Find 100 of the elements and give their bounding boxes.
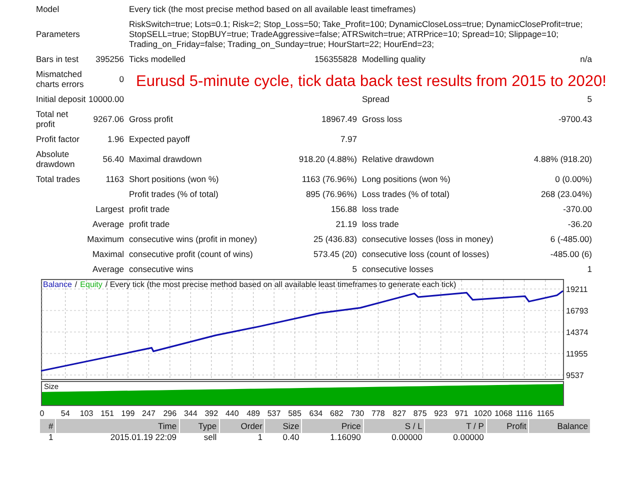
field-value: 895 (76.96%) <box>304 188 357 201</box>
field-value: 0 <box>118 72 124 86</box>
axis-tick-label: 875 <box>413 409 427 418</box>
axis-tick-label: 16793 <box>566 306 588 316</box>
field-label: profit trade <box>128 218 171 231</box>
field-label: Gross profit <box>128 112 174 126</box>
field-value: 21.19 <box>334 218 357 230</box>
table-cell-text: 0.40 <box>282 433 300 442</box>
axis-tick-label: 971 <box>454 409 468 418</box>
field-value: -370.00 <box>562 202 592 216</box>
field-label: Modelling quality <box>361 52 426 66</box>
column-header: T / P <box>425 419 486 433</box>
field-value: 1163 (76.96%) <box>300 172 357 186</box>
field-label: consecutive losses (loss in money) <box>361 232 494 246</box>
axis-tick-label: 730 <box>350 409 364 418</box>
field-label: Average <box>91 218 124 231</box>
field-value: 268 (23.04%) <box>540 188 592 201</box>
field-label: Absolute drawdown <box>36 148 76 170</box>
axis-tick-label: 247 <box>142 409 156 418</box>
field-label: Largest <box>94 202 124 216</box>
field-value: 7.97 <box>339 132 357 146</box>
field-label: consecutive losses <box>361 262 434 276</box>
field-label: Maximal <box>91 248 124 260</box>
field-label: Long positions (won %) <box>361 172 452 186</box>
table-cell-text: 1 <box>256 433 264 442</box>
column-header: Time <box>56 419 179 433</box>
field-label: Profit factor <box>36 132 80 146</box>
axis-tick-label: 11955 <box>566 350 588 358</box>
axis-tick-label: 103 <box>80 409 94 418</box>
axis-tick-label: 344 <box>184 409 198 418</box>
axis-tick-label: 778 <box>372 409 385 418</box>
field-value: -9700.43 <box>557 112 592 126</box>
field-value: 1.96 <box>106 132 124 146</box>
field-label: Initial deposit <box>36 92 87 106</box>
column-header: Order <box>220 419 264 433</box>
field-label: Gross loss <box>361 112 404 126</box>
field-label: Loss trades (% of total) <box>361 188 450 201</box>
table-cell-text: 0.00000 <box>452 433 485 442</box>
field-label: Profit trades (% of total) <box>128 188 220 201</box>
field-value: 4.88% (918.20) <box>532 152 592 166</box>
field-label: Parameters <box>36 28 81 40</box>
column-header: # <box>40 419 56 433</box>
field-value: -36.20 <box>566 218 592 230</box>
field-label: consecutive profit (count of wins) <box>128 248 254 261</box>
field-value: 6 (-485.00) <box>549 232 592 246</box>
table-cell-text: 0.00000 <box>390 433 424 442</box>
field-label: Bars in test <box>36 52 80 66</box>
axis-tick-label: 9537 <box>566 371 584 380</box>
field-label: Short positions (won %) <box>128 172 220 186</box>
field-label: Maximum <box>86 232 124 246</box>
axis-tick-label: 392 <box>204 409 218 418</box>
field-value: 918.20 (4.88%) <box>298 152 357 166</box>
field-label: Expected payoff <box>128 132 191 146</box>
field-label: Mismatched charts errors <box>36 68 85 90</box>
field-value: n/a <box>579 52 592 66</box>
field-label: profit trade <box>128 202 171 216</box>
field-value: 9267.06 <box>92 112 124 126</box>
axis-tick-label: 537 <box>267 409 281 418</box>
field-value: 10000.00 <box>88 92 124 106</box>
field-label: Average <box>91 262 124 276</box>
field-value: 18967.49 <box>320 112 357 126</box>
axis-tick-label: 827 <box>392 409 406 418</box>
field-value: 1 <box>586 262 592 276</box>
axis-tick-label: 1068 <box>494 409 512 418</box>
field-value: Every tick (the most precise method based on all available least timeframes) <box>128 2 417 16</box>
field-label: consecutive wins (profit in money) <box>128 232 258 246</box>
legend-text: Balance <box>43 280 72 289</box>
field-value: 395256 <box>94 52 124 66</box>
field-label: Total trades <box>36 172 81 186</box>
table-cell-text: 1 <box>47 433 54 442</box>
field-value: RiskSwitch=true; Lots=0.1; Risk=2; Stop_Loss=50; Take_Profit=100; DynamicCloseLoss=true; DynamicCloseProfit=true; StopSELL=true; StopBUY=true; TradeAggressive=false; ATRSwitch=true; ATRPrice=10; Spread=10; Slippage=10; Trading_on_Friday=false; Trading_on_Sunday=true; HourStart=22; HourEnd=23; <box>128 18 584 51</box>
field-label: Total net profit <box>36 108 70 131</box>
caption-text: Eurusd 5-minute cycle, tick data back test results from 2015 to 2020! <box>136 72 606 91</box>
field-label: loss trade <box>361 218 400 230</box>
table-cell-text: 1.16090 <box>329 433 362 442</box>
axis-tick-label: 14374 <box>566 328 588 337</box>
field-label: Spread <box>361 92 390 106</box>
field-value: 156355828 <box>313 52 357 66</box>
column-header: Type <box>180 419 219 433</box>
axis-tick-label: 682 <box>330 409 344 418</box>
axis-tick-label: 1020 <box>474 409 492 418</box>
field-label: Ticks modelled <box>128 52 186 66</box>
field-value: 56.40 <box>102 152 124 166</box>
legend-text: / <box>74 280 78 289</box>
chart-title: / Every tick (the most precise method based on all available least timeframes to generate each tick) <box>105 280 456 289</box>
field-value: 573.45 (20) <box>312 248 357 261</box>
axis-tick-label: 1165 <box>536 409 554 418</box>
field-label: consecutive wins <box>128 262 194 276</box>
field-value: 156.88 <box>330 202 357 216</box>
column-header: Price <box>302 419 363 433</box>
axis-tick-label: 489 <box>246 409 260 418</box>
table-cell-text: 2015.01.19 22:09 <box>109 433 178 442</box>
axis-tick-label: 440 <box>225 409 239 418</box>
field-label: Relative drawdown <box>361 152 435 166</box>
axis-tick-label: 199 <box>121 409 135 418</box>
table-cell-text: sell <box>202 433 218 442</box>
column-header: Size <box>265 419 302 433</box>
field-value: 5 <box>586 92 592 106</box>
axis-tick-label: 151 <box>100 409 114 418</box>
field-value: 5 <box>351 262 357 276</box>
